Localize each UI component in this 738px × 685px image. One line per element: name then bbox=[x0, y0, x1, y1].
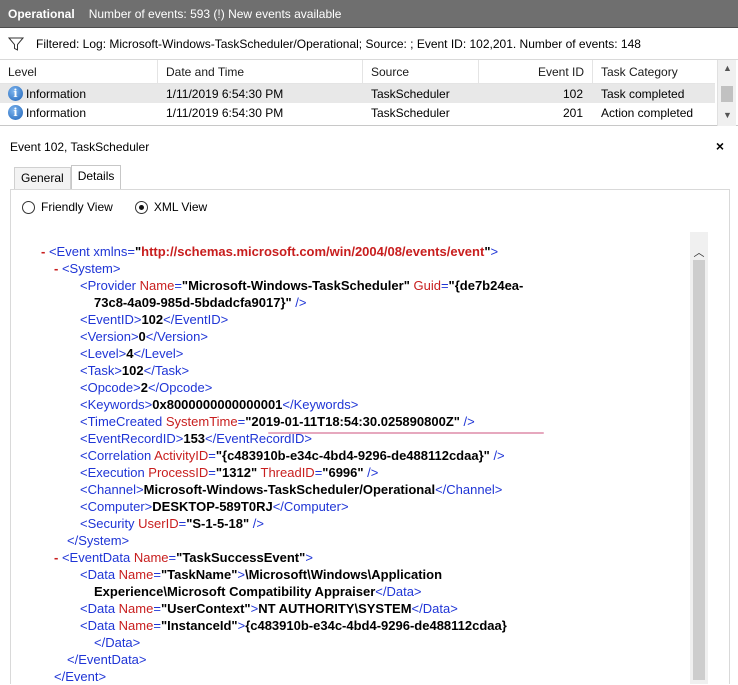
event-count: Number of events: 593 (!) New events ava… bbox=[88, 6, 342, 21]
xml-line-data-close: </Data> bbox=[94, 635, 141, 650]
xml-line-eventdata: - <EventData Name="TaskSuccessEvent"> bbox=[54, 550, 313, 565]
col-event-id[interactable]: Event ID bbox=[479, 60, 593, 84]
close-icon[interactable]: × bbox=[716, 138, 724, 154]
tab-general[interactable]: General bbox=[14, 167, 71, 189]
log-header: Operational Number of events: 593 (!) Ne… bbox=[0, 0, 738, 28]
events-grid: Level Date and Time Source Event ID Task… bbox=[0, 60, 738, 126]
xml-line-eventid: <EventID>102</EventID> bbox=[80, 312, 229, 327]
col-date-time[interactable]: Date and Time bbox=[158, 60, 363, 84]
xml-line-data-instanceid: <Data Name="InstanceId">{c483910b-e34c-4… bbox=[80, 618, 507, 633]
tab-details[interactable]: Details bbox=[70, 165, 122, 189]
information-icon: i bbox=[8, 105, 23, 120]
col-level[interactable]: Level bbox=[0, 60, 158, 84]
detail-tabs: General Details bbox=[14, 165, 122, 189]
row-task-category: Task completed bbox=[601, 86, 685, 101]
event-title: Event 102, TaskScheduler bbox=[10, 140, 150, 154]
xml-line-execution: <Execution ProcessID="1312" ThreadID="69… bbox=[80, 465, 379, 480]
xml-line-security: <Security UserID="S-1-5-18" /> bbox=[80, 516, 264, 531]
filter-text: Filtered: Log: Microsoft-Windows-TaskSch… bbox=[36, 36, 641, 51]
row-event-id: 201 bbox=[562, 105, 583, 120]
xml-line-task: <Task>102</Task> bbox=[80, 363, 190, 378]
xml-line-eventdata-close: </EventData> bbox=[67, 652, 147, 667]
grid-header: Level Date and Time Source Event ID Task… bbox=[0, 60, 715, 84]
row-date: 1/11/2019 6:54:30 PM bbox=[166, 86, 284, 101]
scroll-down-icon[interactable]: ▼ bbox=[718, 110, 737, 120]
friendly-view-label[interactable]: Friendly View bbox=[41, 200, 113, 214]
event-panel-title: Event 102, TaskScheduler × bbox=[0, 136, 738, 158]
xml-line-data-taskname-cont: Experience\Microsoft Compatibility Appra… bbox=[94, 584, 422, 599]
col-source[interactable]: Source bbox=[363, 60, 479, 84]
xml-line-opcode: <Opcode>2</Opcode> bbox=[80, 380, 213, 395]
grid-scrollbar[interactable]: ▲ ▼ bbox=[717, 60, 736, 126]
xml-line-keywords: <Keywords>0x8000000000000001</Keywords> bbox=[80, 397, 359, 412]
xml-view: - <Event xmlns="http://schemas.microsoft… bbox=[33, 232, 688, 684]
xml-line-data-taskname: <Data Name="TaskName">\Microsoft\Windows… bbox=[80, 567, 443, 582]
scroll-up-icon[interactable]: ︿ bbox=[690, 244, 708, 260]
xml-line-event: - <Event xmlns="http://schemas.microsoft… bbox=[41, 244, 499, 259]
scroll-up-icon[interactable]: ▲ bbox=[718, 63, 737, 73]
xml-scrollbar[interactable]: ︿ bbox=[690, 232, 708, 684]
xml-line-guid: 73c8-4a09-985d-5bdadcfa9017}" /> bbox=[94, 295, 307, 310]
friendly-view-radio[interactable] bbox=[22, 200, 35, 214]
xml-line-data-usercontext: <Data Name="UserContext">NT AUTHORITY\SY… bbox=[80, 601, 458, 616]
scroll-thumb[interactable] bbox=[693, 260, 705, 680]
xml-line-provider: <Provider Name="Microsoft-Windows-TaskSc… bbox=[80, 278, 524, 293]
xml-line-level: <Level>4</Level> bbox=[80, 346, 184, 361]
scroll-thumb[interactable] bbox=[721, 86, 733, 102]
xml-line-event-close: </Event> bbox=[54, 669, 107, 684]
xml-line-version: <Version>0</Version> bbox=[80, 329, 208, 344]
row-level: Information bbox=[26, 86, 87, 101]
xml-line-computer: <Computer>DESKTOP-589T0RJ</Computer> bbox=[80, 499, 349, 514]
xml-line-system-close: </System> bbox=[67, 533, 130, 548]
row-source: TaskScheduler bbox=[371, 105, 450, 120]
xml-line-timecreated: <TimeCreated SystemTime="2019-01-11T18:5… bbox=[80, 414, 475, 429]
information-icon: i bbox=[8, 86, 23, 101]
row-level: Information bbox=[26, 105, 87, 120]
xml-line-system: - <System> bbox=[54, 261, 121, 276]
col-task-category[interactable]: Task Category bbox=[593, 60, 715, 84]
xml-view-radio[interactable] bbox=[134, 200, 148, 214]
row-source: TaskScheduler bbox=[371, 86, 450, 101]
filter-bar: Filtered: Log: Microsoft-Windows-TaskSch… bbox=[0, 28, 738, 60]
row-date: 1/11/2019 6:54:30 PM bbox=[166, 105, 284, 120]
log-title: Operational bbox=[8, 6, 75, 21]
filter-icon bbox=[8, 37, 24, 51]
row-task-category: Action completed bbox=[601, 105, 694, 120]
table-row[interactable]: i Information 1/11/2019 6:54:30 PM TaskS… bbox=[0, 103, 715, 122]
xml-line-channel: <Channel>Microsoft-Windows-TaskScheduler… bbox=[80, 482, 503, 497]
table-row[interactable]: i Information 1/11/2019 6:54:30 PM TaskS… bbox=[0, 84, 715, 103]
view-selector: Friendly View XML View bbox=[22, 200, 229, 214]
xml-view-label[interactable]: XML View bbox=[154, 200, 207, 214]
highlight-underline bbox=[268, 432, 544, 434]
row-event-id: 102 bbox=[562, 86, 583, 101]
xml-line-correlation: <Correlation ActivityID="{c483910b-e34c-… bbox=[80, 448, 505, 463]
